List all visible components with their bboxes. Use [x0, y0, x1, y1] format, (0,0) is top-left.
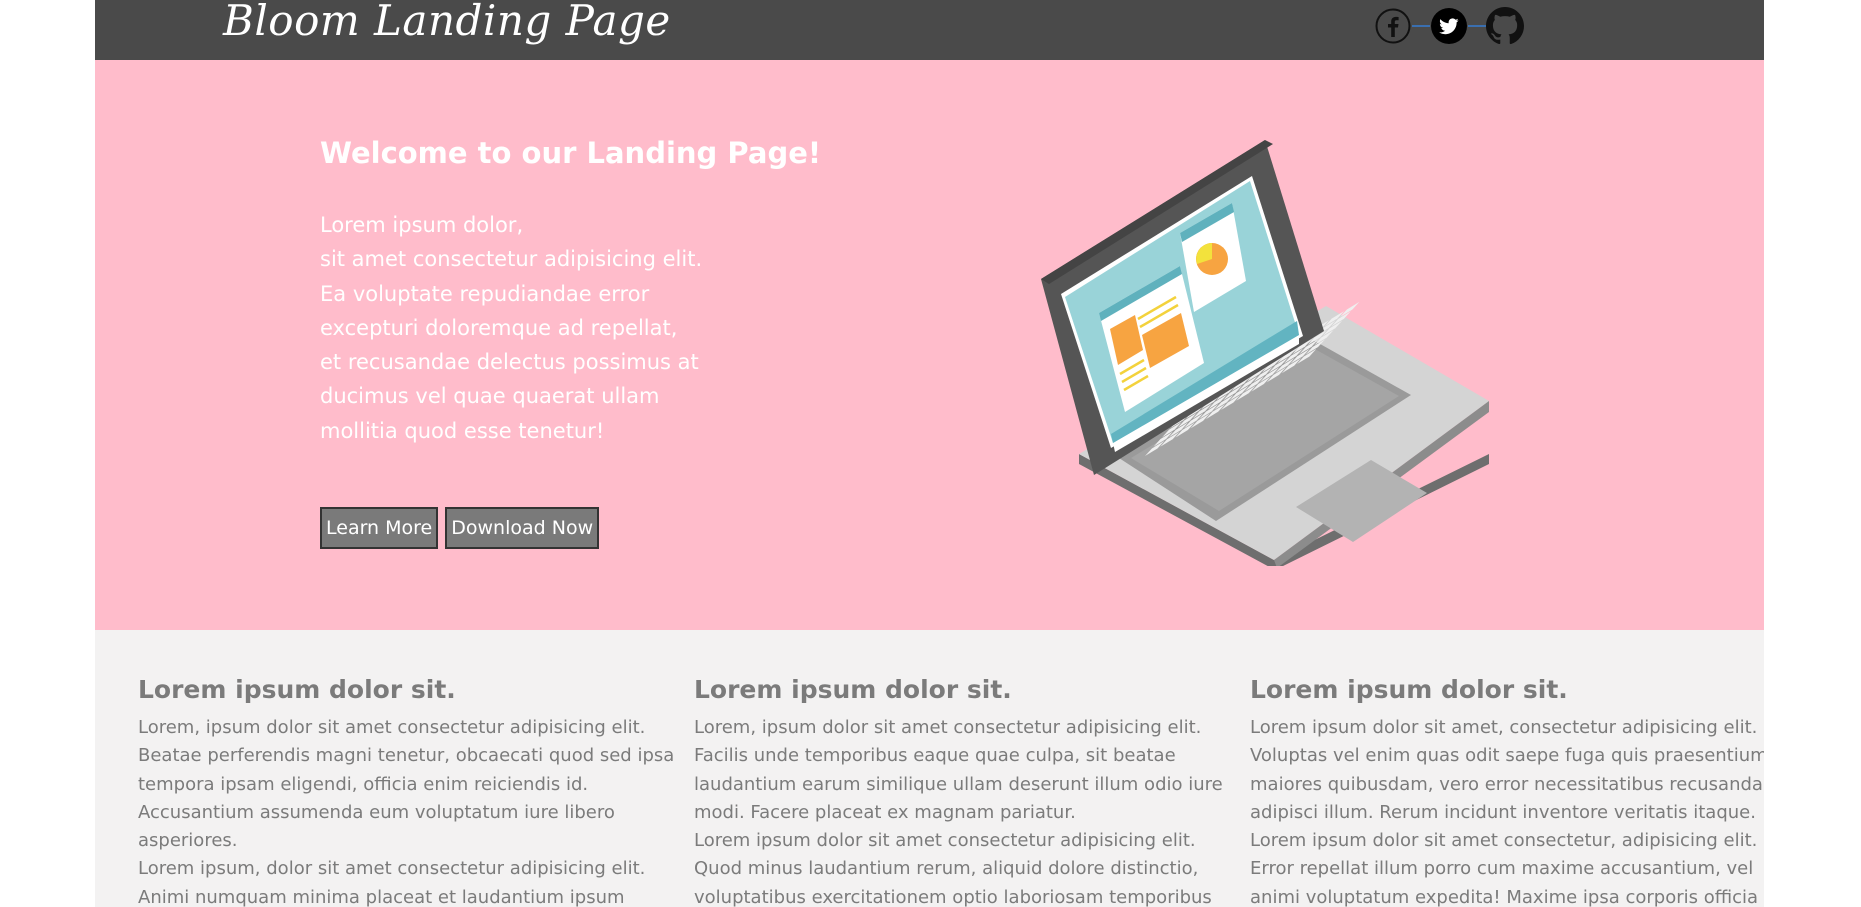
- landing-page: Bloom Landing Page Welcome to our Landin…: [95, 0, 1764, 907]
- feature-line: Voluptas vel enim quas odit saepe fuga q…: [1250, 745, 1764, 767]
- feature-title: Lorem ipsum dolor sit.: [138, 675, 456, 704]
- features-section: Lorem ipsum dolor sit. Lorem, ipsum dolo…: [95, 630, 1764, 907]
- divider: [1468, 25, 1486, 27]
- twitter-icon[interactable]: [1430, 7, 1468, 45]
- feature-title: Lorem ipsum dolor sit.: [1250, 675, 1568, 704]
- feature-line: Lorem, ipsum dolor sit amet consectetur …: [138, 717, 646, 738]
- feature-line: asperiores.: [138, 830, 238, 852]
- github-icon[interactable]: [1486, 7, 1524, 45]
- feature-card: Lorem ipsum dolor sit. Lorem ipsum dolor…: [1250, 675, 1764, 907]
- social-links: [1374, 6, 1524, 46]
- feature-line: Lorem, ipsum dolor sit amet consectetur …: [694, 717, 1202, 738]
- feature-line: tempora ipsam eligendi, officia enim rei…: [138, 773, 589, 795]
- hero-line: ducimus vel quae quaerat ullam: [320, 384, 660, 409]
- feature-line: Lorem ipsum, dolor sit amet consectetur …: [138, 858, 646, 880]
- feature-text: Lorem, ipsum dolor sit amet consectetur …: [694, 714, 1223, 907]
- feature-line: modi. Facere placeat ex magnam pariatur.: [694, 801, 1076, 823]
- hero-section: Welcome to our Landing Page! Lorem ipsum…: [95, 60, 1764, 630]
- hero-line: mollitia quod esse tenetur!: [320, 418, 605, 443]
- feature-line: voluptatibus exercitationem optio labori…: [694, 886, 1212, 907]
- feature-line: Accusantium assumenda eum voluptatum iur…: [138, 801, 615, 823]
- feature-line: Beatae perferendis magni tenetur, obcaec…: [138, 745, 675, 767]
- hero-line: Ea voluptate repudiandae error: [320, 281, 650, 306]
- feature-line: Lorem ipsum dolor sit amet consectetur a…: [694, 830, 1196, 852]
- feature-line: Lorem ipsum dolor sit amet, consectetur …: [1250, 717, 1758, 738]
- feature-line: adipisci illum. Rerum incidunt inventore…: [1250, 801, 1756, 823]
- hero-line: sit amet consectetur adipisicing elit.: [320, 247, 703, 272]
- feature-title: Lorem ipsum dolor sit.: [694, 675, 1012, 704]
- feature-text: Lorem ipsum dolor sit amet, consectetur …: [1250, 714, 1764, 907]
- download-now-button[interactable]: Download Now: [445, 507, 600, 549]
- feature-line: maiores quibusdam, vero error necessitat…: [1250, 773, 1764, 795]
- laptop-illustration: [1041, 116, 1501, 570]
- keyboard-key: [1340, 301, 1360, 317]
- feature-line: Facilis unde temporibus eaque quae culpa…: [694, 745, 1176, 767]
- hero-buttons: Learn More Download Now: [320, 507, 600, 549]
- feature-line: animi voluptatum expedita! Maxime ipsa c…: [1250, 886, 1759, 907]
- feature-card: Lorem ipsum dolor sit. Lorem, ipsum dolo…: [138, 675, 675, 907]
- feature-text: Lorem, ipsum dolor sit amet consectetur …: [138, 714, 675, 907]
- hero-line: excepturi doloremque ad repellat,: [320, 315, 678, 340]
- hero-description: Lorem ipsum dolor, sit amet consectetur …: [320, 208, 800, 448]
- feature-line: Error repellat illum porro cum maxime ac…: [1250, 858, 1754, 880]
- facebook-icon[interactable]: [1374, 7, 1412, 45]
- brand-logo[interactable]: Bloom Landing Page: [223, 0, 671, 45]
- hero-line: Lorem ipsum dolor,: [320, 213, 524, 237]
- hero-line: et recusandae delectus possimus at: [320, 350, 699, 375]
- feature-card: Lorem ipsum dolor sit. Lorem, ipsum dolo…: [694, 675, 1223, 907]
- learn-more-button[interactable]: Learn More: [320, 507, 439, 549]
- feature-line: Quod minus laudantium rerum, aliquid dol…: [694, 858, 1199, 880]
- hero-title: Welcome to our Landing Page!: [320, 136, 822, 170]
- top-navbar: Bloom Landing Page: [95, 0, 1764, 60]
- feature-line: Lorem ipsum dolor sit amet consectetur, …: [1250, 830, 1758, 852]
- feature-line: Animi numquam minima placeat et laudanti…: [138, 886, 625, 907]
- divider: [1412, 25, 1430, 27]
- feature-line: laudantium earum similique ullam deserun…: [694, 773, 1223, 795]
